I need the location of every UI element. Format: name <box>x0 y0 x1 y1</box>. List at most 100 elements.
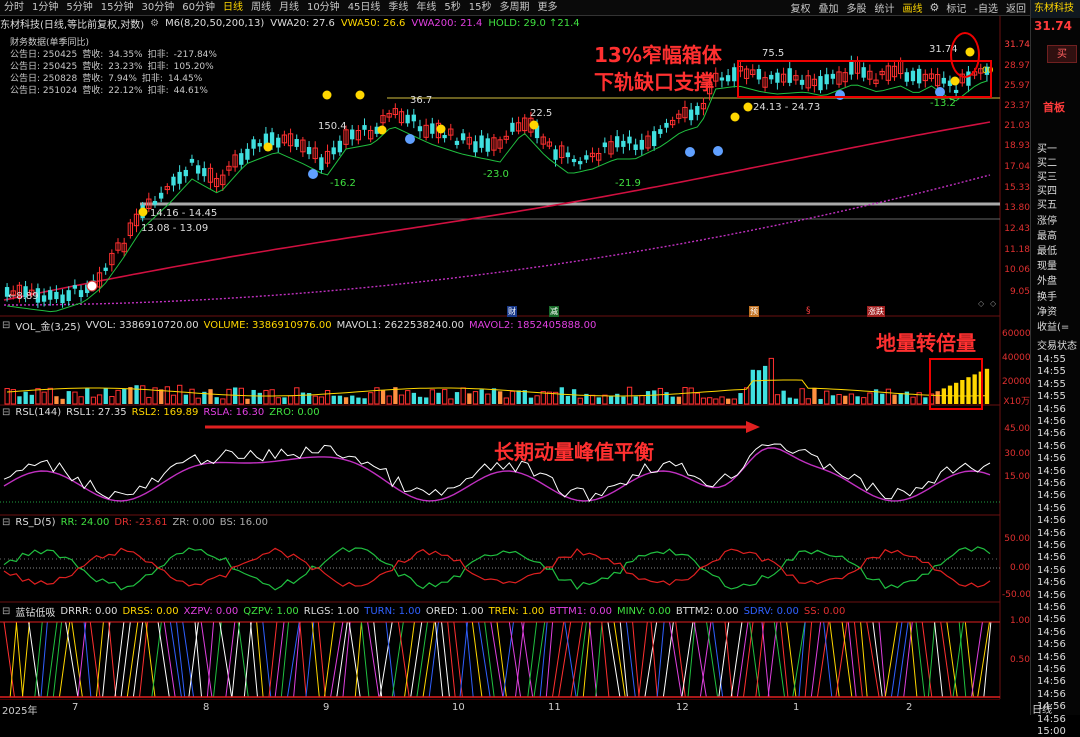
trade-time: 14:56 <box>1037 651 1066 663</box>
lz-line <box>736 621 749 698</box>
panel-toggle-icon[interactable]: ⊟ <box>2 517 10 528</box>
vol-axis-20000: 20000 <box>1002 377 1031 387</box>
collapse-icon[interactable]: ◇ <box>990 299 996 308</box>
lz-line <box>669 621 683 698</box>
candle-down <box>658 129 663 134</box>
lz-line <box>730 621 743 698</box>
rr-value: RR: 24.00 <box>60 517 110 528</box>
volume-bar <box>503 397 509 405</box>
lz-line <box>564 621 577 698</box>
rsla-value: RSLA: 16.30 <box>203 407 265 418</box>
volume-bar <box>984 368 990 404</box>
candle-down <box>337 140 343 153</box>
quote-item: 买四 <box>1037 186 1057 197</box>
volume-bar <box>923 397 928 404</box>
volume-bar <box>700 397 707 405</box>
quote-item: 现量 <box>1037 261 1057 272</box>
financial-rows: 公告日: 250425 营收: 34.35% 扣非: -217.84% 公告日: 2504… <box>10 49 222 97</box>
lz-line <box>749 621 761 698</box>
time-axis-tick: 11 <box>548 702 561 713</box>
financial-cut: -217.84% <box>173 50 217 60</box>
financial-cut-label: 扣非: <box>147 50 169 60</box>
time-axis-tick: 12 <box>676 702 689 713</box>
candle-down <box>405 114 410 124</box>
volume-bar <box>615 393 620 404</box>
financial-rev: 34.35% <box>108 50 143 60</box>
volume-bar <box>134 385 139 404</box>
candle-down <box>460 133 466 141</box>
volume-bar <box>910 396 916 405</box>
rsd-axis-0: 0.00 <box>1009 563 1030 573</box>
signal-dot-blue <box>308 169 318 179</box>
volume-bar <box>146 396 152 405</box>
candle-down <box>177 171 182 184</box>
lz-line <box>539 621 548 698</box>
candle-down <box>479 135 484 148</box>
trade-time: 14:56 <box>1037 465 1066 477</box>
lz-line <box>934 621 943 698</box>
price-label-neg21: -21.9 <box>615 178 641 189</box>
candle-down <box>331 147 336 155</box>
candle-down <box>195 165 201 174</box>
volume-bar <box>485 393 491 405</box>
lz-indicator-name[interactable]: 蓝钻低吸 <box>15 604 55 619</box>
lz-line <box>514 621 525 698</box>
expand-icon[interactable]: ◇ <box>978 299 984 308</box>
volume-bar <box>836 394 842 405</box>
panel-toggle-icon[interactable]: ⊟ <box>2 407 10 418</box>
signal-dot-yellow <box>743 102 753 112</box>
volume-bar <box>251 389 256 404</box>
price-axis-tick: 9.05 <box>1009 287 1030 297</box>
trade-time: 14:56 <box>1037 403 1066 415</box>
trade-time: 14:56 <box>1037 602 1066 613</box>
event-marker-jian[interactable]: 减 <box>549 306 559 317</box>
lz-line <box>638 621 648 698</box>
candle-down <box>41 295 47 302</box>
candle-down <box>294 139 299 147</box>
financial-cut: 105.20% <box>173 62 214 72</box>
event-marker-s[interactable]: § <box>806 306 811 316</box>
rsl-indicator-name[interactable]: RSL(144) <box>15 407 61 418</box>
rsd-indicator-name[interactable]: RS_D(5) <box>15 517 55 528</box>
candle-down <box>732 67 737 82</box>
price-axis-tick: 15.33 <box>1004 183 1030 193</box>
lz-line <box>95 621 104 698</box>
mavol1-value: MAVOL1: 2622538240.00 <box>336 320 464 331</box>
bottom-daily-tab[interactable]: 日线 <box>1032 701 1052 716</box>
volume-bar <box>128 387 133 404</box>
candle-down <box>257 143 262 147</box>
panel-toggle-icon[interactable]: ⊟ <box>2 320 10 331</box>
volume-bar <box>596 397 601 404</box>
time-axis-tick: 2 <box>906 702 913 713</box>
lz-line <box>176 621 186 698</box>
volume-bar <box>164 386 171 405</box>
candle-down <box>553 149 558 160</box>
event-marker-zd[interactable]: 涨跌 <box>867 306 885 317</box>
price-label-150: 150.4 <box>318 121 347 132</box>
event-marker-yu[interactable]: 预 <box>749 306 759 317</box>
panel-toggle-icon[interactable]: ⊟ <box>2 606 10 617</box>
buy-button[interactable]: 买 <box>1047 45 1077 63</box>
volume-bar <box>467 393 472 404</box>
event-marker-cai[interactable]: 财 <box>507 306 517 317</box>
vvol-value: VVOL: 3386910720.00 <box>85 320 199 331</box>
trade-time: 14:56 <box>1037 478 1066 489</box>
mavol2-value: MAVOL2: 1852405888.00 <box>468 320 597 331</box>
lz-axis-05: 0.50 <box>1009 655 1030 665</box>
candle-down <box>171 176 176 186</box>
lz-line <box>946 621 958 698</box>
financial-cut-label: 扣非: <box>147 62 169 72</box>
lz-line <box>422 621 435 698</box>
lz-line <box>459 621 469 698</box>
lz-value: BTTM2: 0.00 <box>675 606 739 617</box>
vol-indicator-name[interactable]: VOL_金(3,25) <box>15 318 80 333</box>
volume-bar <box>824 390 830 405</box>
volume-bar <box>312 395 318 405</box>
lz-line <box>342 621 351 698</box>
financial-rev: 22.12% <box>108 86 143 96</box>
lz-line <box>360 621 370 698</box>
lz-line <box>182 621 195 698</box>
time-axis-tick: 7 <box>72 702 79 713</box>
lz-line <box>213 621 222 698</box>
volume-bar <box>731 398 737 405</box>
